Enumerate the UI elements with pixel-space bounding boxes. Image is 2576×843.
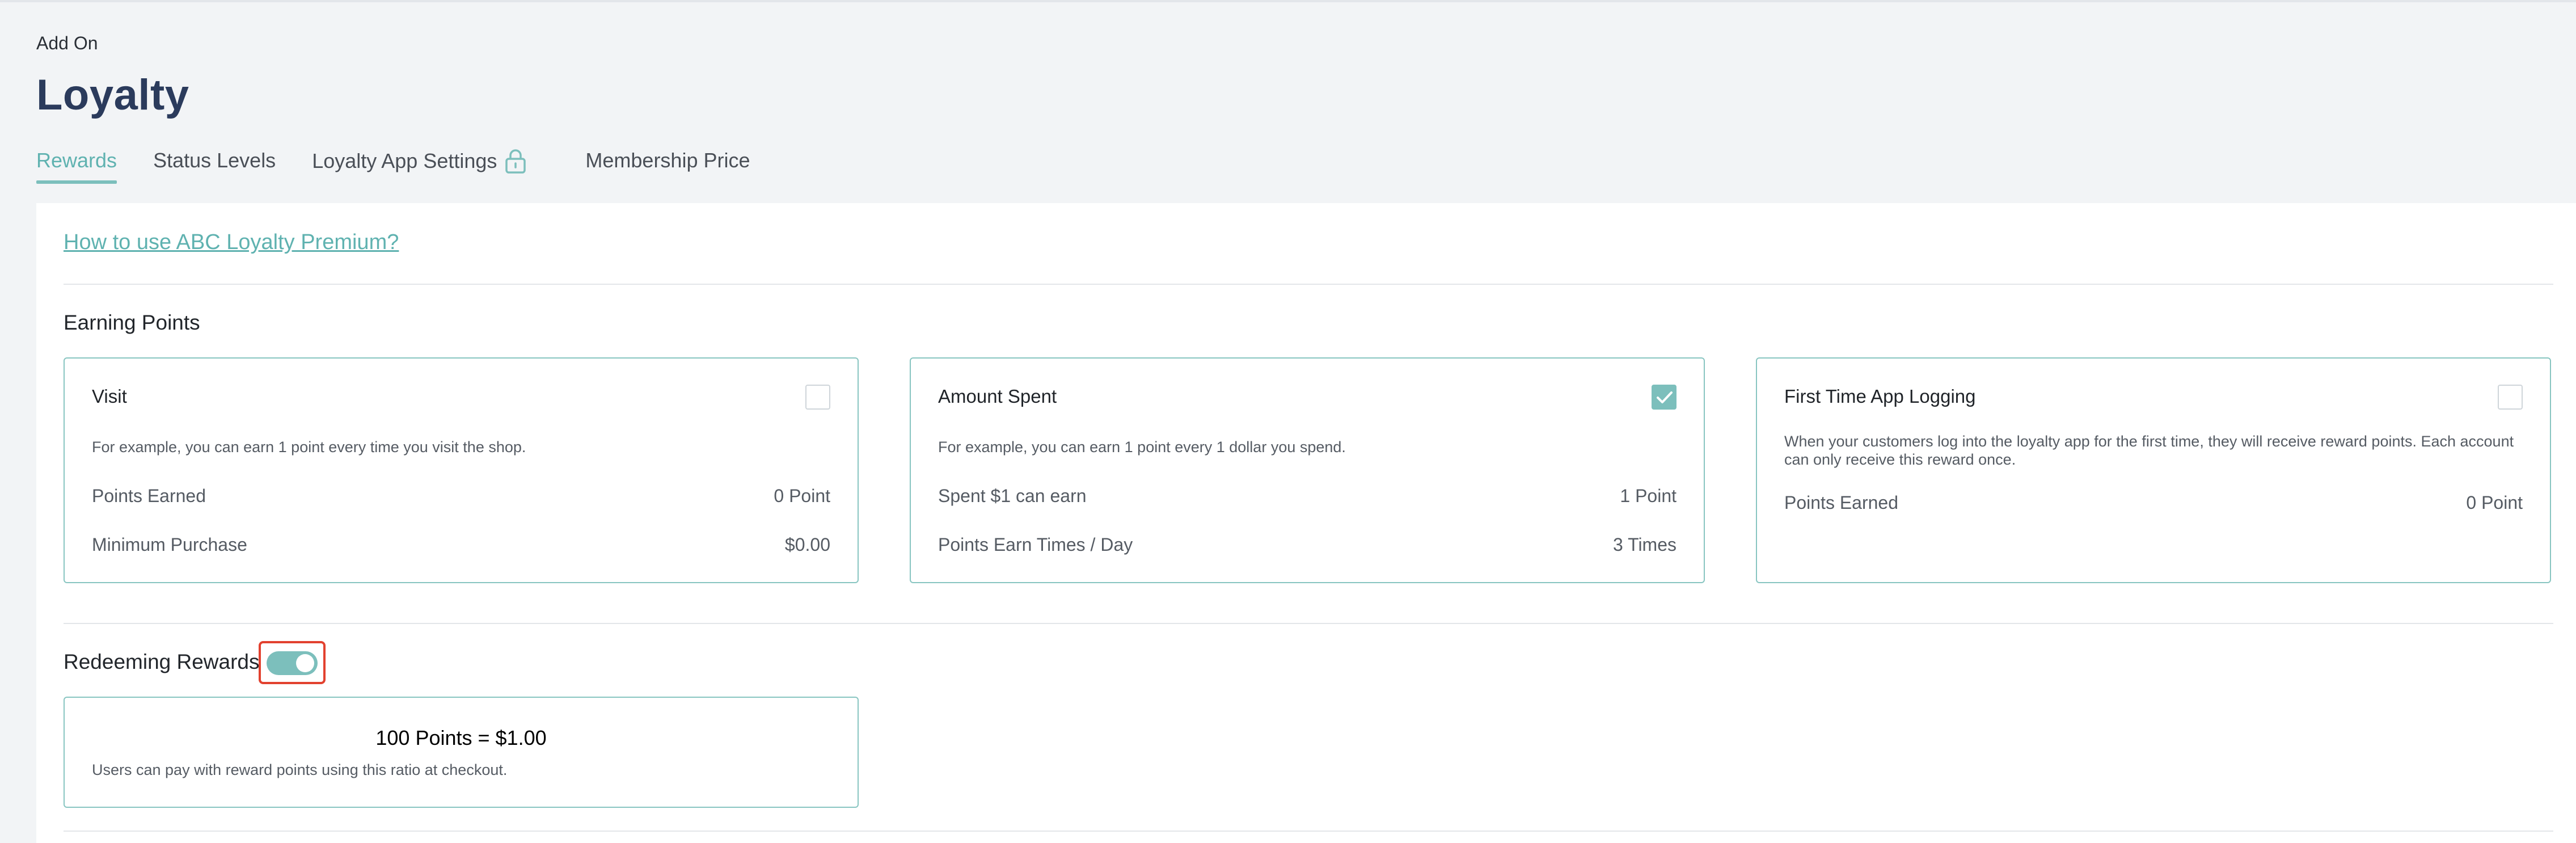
tab-rewards-label: Rewards xyxy=(36,149,117,172)
earning-card-visit: Visit For example, you can earn 1 point … xyxy=(64,357,859,583)
divider xyxy=(64,284,2553,285)
card-title: Amount Spent xyxy=(938,386,1057,407)
card-row: Points Earned 0 Point xyxy=(1784,492,2523,513)
card-row: Spent $1 can earn 1 Point xyxy=(938,486,1676,507)
tab-status-levels[interactable]: Status Levels xyxy=(153,149,276,184)
amount-spent-checkbox[interactable] xyxy=(1652,385,1676,410)
visit-checkbox[interactable] xyxy=(805,385,830,410)
help-link[interactable]: How to use ABC Loyalty Premium? xyxy=(64,230,399,255)
row-value: 0 Point xyxy=(2466,492,2523,513)
lock-icon xyxy=(505,149,526,174)
tab-membership-price[interactable]: Membership Price xyxy=(585,149,750,184)
earning-card-first-time-app-logging: First Time App Logging When your custome… xyxy=(1756,357,2551,583)
card-title: Visit xyxy=(92,386,127,407)
card-title: First Time App Logging xyxy=(1784,386,1976,407)
row-label: Minimum Purchase xyxy=(92,534,247,555)
checkmark-icon xyxy=(1657,391,1673,403)
redeem-description: Users can pay with reward points using t… xyxy=(92,761,508,778)
redeeming-rewards-title: Redeeming Rewards xyxy=(64,650,260,673)
row-label: Points Earned xyxy=(1784,492,1899,513)
card-description: When your customers log into the loyalty… xyxy=(1784,433,2514,468)
row-value: 0 Point xyxy=(774,486,830,506)
earning-points-title: Earning Points xyxy=(64,311,200,334)
row-label: Points Earn Times / Day xyxy=(938,534,1133,555)
row-value: $0.00 xyxy=(784,534,830,555)
redeem-ratio: 100 Points = $1.00 xyxy=(375,726,547,749)
card-row: Points Earned 0 Point xyxy=(92,486,830,507)
tab-rewards[interactable]: Rewards xyxy=(36,149,117,184)
toggle-knob xyxy=(296,654,314,672)
redeeming-rewards-toggle[interactable] xyxy=(267,651,318,675)
first-time-app-logging-checkbox[interactable] xyxy=(2498,385,2523,410)
divider xyxy=(64,623,2553,624)
card-description: For example, you can earn 1 point every … xyxy=(92,439,526,456)
card-row: Minimum Purchase $0.00 xyxy=(92,534,830,555)
tab-membership-price-label: Membership Price xyxy=(585,149,750,172)
card-row: Points Earn Times / Day 3 Times xyxy=(938,534,1676,555)
row-label: Points Earned xyxy=(92,486,206,506)
divider xyxy=(64,831,2553,832)
tab-status-levels-label: Status Levels xyxy=(153,149,276,172)
row-label: Spent $1 can earn xyxy=(938,486,1087,506)
row-value: 3 Times xyxy=(1612,534,1676,555)
row-value: 1 Point xyxy=(1620,486,1676,506)
tab-bar: Rewards Status Levels Loyalty App Settin… xyxy=(36,149,750,185)
rewards-panel: How to use ABC Loyalty Premium? Earning … xyxy=(36,203,2576,843)
toggle-highlight xyxy=(259,641,326,684)
top-border xyxy=(0,0,2576,2)
tab-loyalty-app-settings[interactable]: Loyalty App Settings xyxy=(312,149,526,185)
tab-loyalty-app-settings-label: Loyalty App Settings xyxy=(312,149,497,172)
redeem-ratio-card: 100 Points = $1.00 Users can pay with re… xyxy=(64,697,859,808)
page-title: Loyalty xyxy=(36,71,189,119)
breadcrumb[interactable]: Add On xyxy=(36,33,98,54)
card-description: For example, you can earn 1 point every … xyxy=(938,439,1346,456)
earning-card-amount-spent: Amount Spent For example, you can earn 1… xyxy=(910,357,1705,583)
